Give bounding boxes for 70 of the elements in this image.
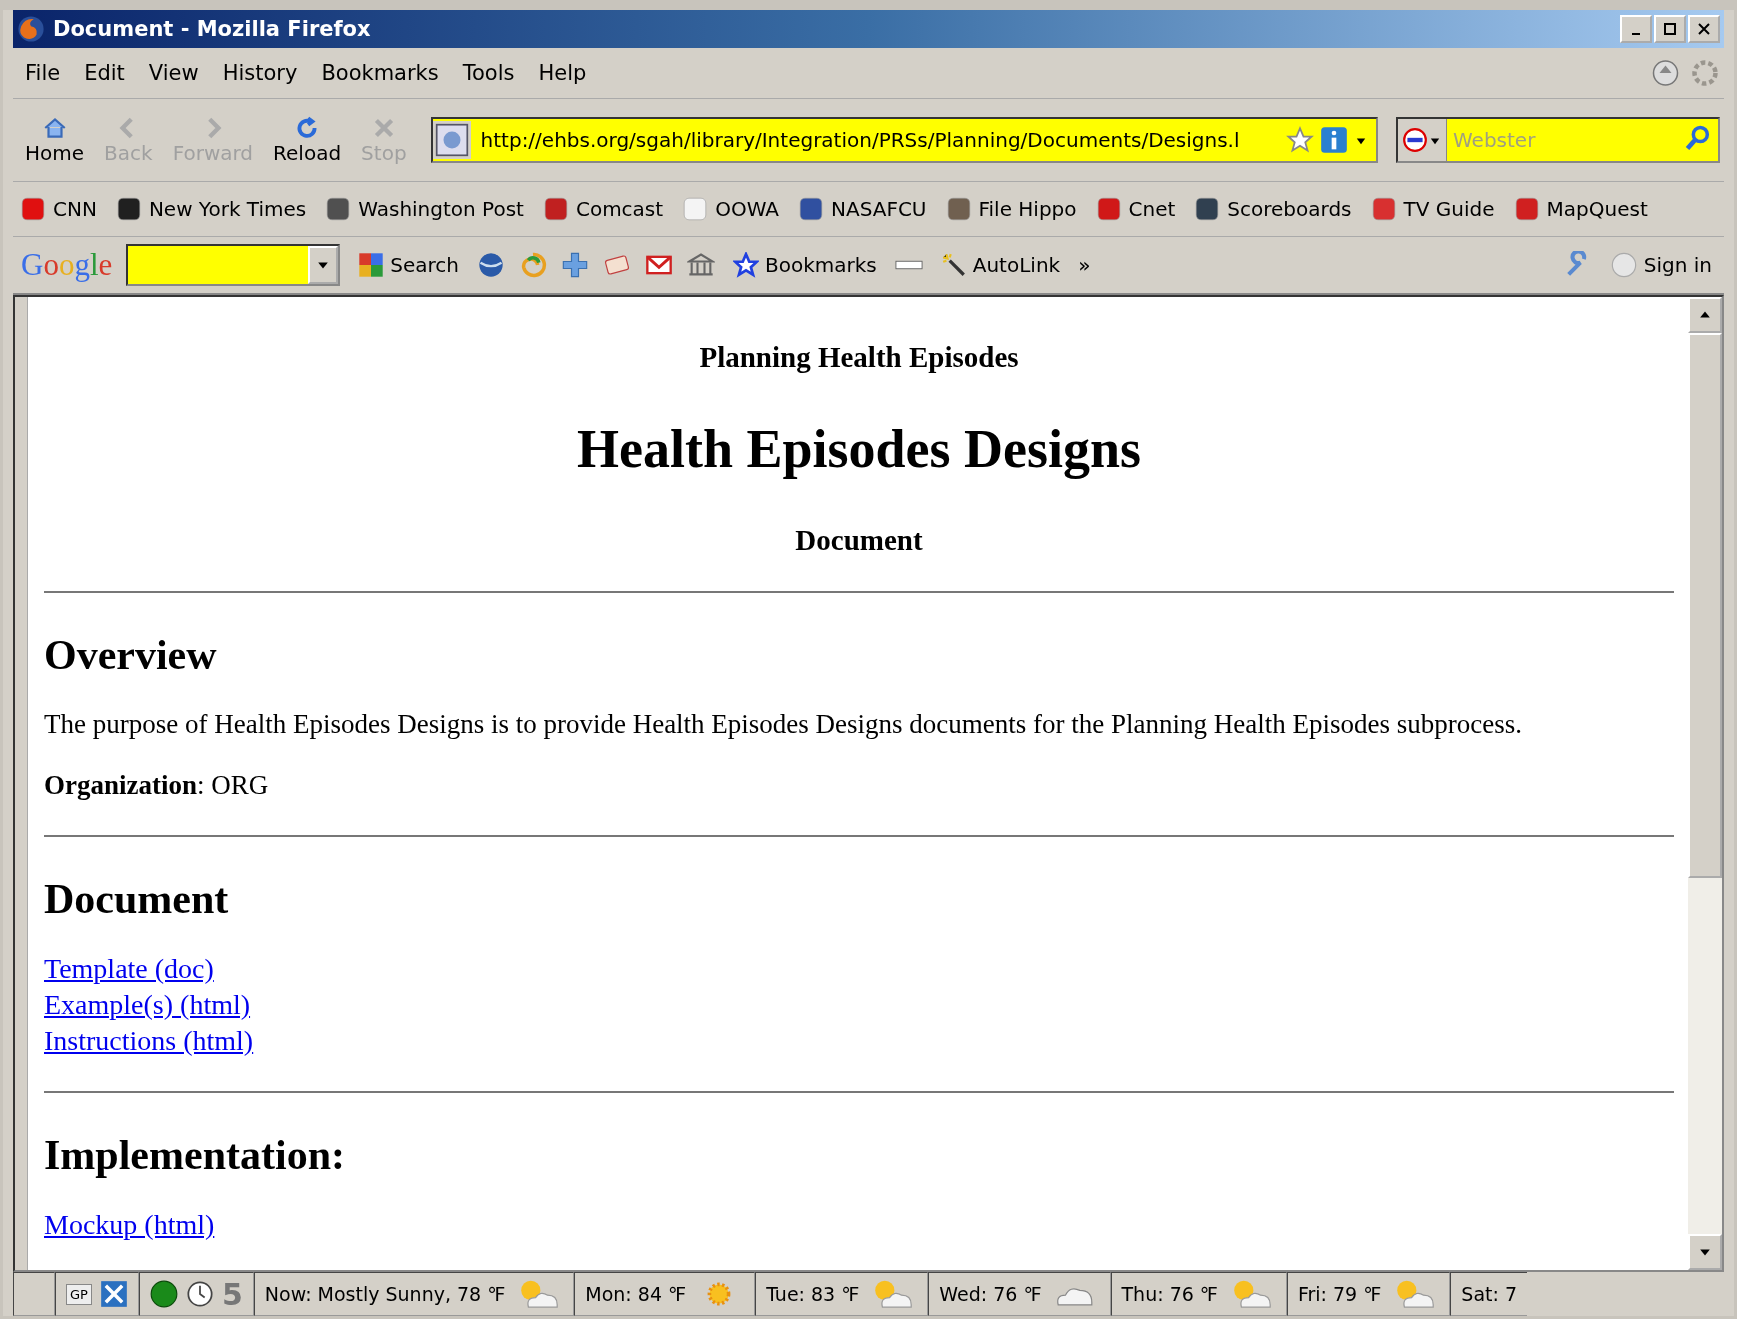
bookmark-item[interactable]: Comcast — [543, 197, 664, 221]
weather-forecast: Wed: 76 ℉ — [939, 1283, 1042, 1305]
google-logo: Google — [21, 247, 113, 283]
menu-item[interactable]: History — [214, 57, 306, 89]
google-search-field[interactable] — [126, 244, 341, 286]
bookmark-item[interactable]: TV Guide — [1371, 197, 1495, 221]
page-title: Health Episodes Designs — [575, 418, 1143, 480]
document-link[interactable]: Example(s) (html) — [44, 989, 251, 1021]
count-label: 5 — [221, 1276, 243, 1312]
paragraph: The purpose of Health Episodes Designs is to provide Health Episodes Designs documents for the Planning Health Episodes subprocess. — [44, 709, 1523, 740]
magic-wand-icon — [940, 252, 967, 278]
autolink-button[interactable]: AutoLink — [936, 250, 1065, 280]
squares-icon — [358, 252, 385, 278]
browser-logo-icon — [17, 15, 45, 43]
bookmark-star-icon[interactable] — [1286, 126, 1314, 154]
bookmark-item[interactable]: Scoreboards — [1195, 197, 1352, 221]
sign-in-button[interactable]: Sign in — [1605, 249, 1716, 281]
section-heading: Document — [44, 875, 230, 923]
page-subtitle: Planning Health Episodes — [698, 341, 1020, 374]
weather-forecast: Fri: 79 ℉ — [1297, 1283, 1382, 1305]
document-link[interactable]: Template (doc) — [44, 953, 214, 985]
window-title: Document - Mozilla Firefox — [53, 17, 372, 41]
maximize-button[interactable] — [1654, 15, 1686, 43]
throbber-icon — [1690, 58, 1720, 88]
reload-button[interactable]: Reload — [265, 113, 350, 167]
star-icon — [733, 252, 759, 278]
document-link[interactable]: Instructions (html) — [44, 1025, 254, 1057]
menu-item[interactable]: View — [140, 57, 207, 89]
weather-forecast: Tue: 83 ℉ — [766, 1283, 860, 1305]
avatar-icon — [1609, 251, 1638, 279]
bookmark-item[interactable]: File Hippo — [946, 197, 1077, 221]
weather-forecast: Now: Mostly Sunny, 78 ℉ — [264, 1283, 506, 1305]
menu-item[interactable]: Tools — [454, 57, 523, 89]
paragraph: Organization: ORG — [44, 770, 270, 801]
search-button[interactable]: Search — [354, 250, 463, 280]
info-icon[interactable] — [1320, 126, 1348, 154]
menu-item[interactable]: Bookmarks — [313, 57, 447, 89]
minimize-icon — [1632, 33, 1640, 35]
home-button[interactable]: Home — [17, 113, 93, 167]
menu-item[interactable]: Edit — [76, 57, 133, 89]
close-icon — [1697, 22, 1711, 36]
globe-icon[interactable] — [477, 251, 505, 279]
page-icon — [432, 121, 471, 159]
menu-item[interactable]: File — [17, 57, 69, 89]
bookmark-item[interactable]: OOWA — [683, 197, 779, 221]
more-button[interactable]: » — [1078, 253, 1091, 277]
menu-item[interactable]: Help — [530, 57, 595, 89]
document-label: Document — [794, 524, 924, 557]
status-circle-icon[interactable] — [149, 1280, 178, 1308]
bookmark-item[interactable]: Washington Post — [326, 197, 524, 221]
weather-forecast: Sat: 7 — [1461, 1283, 1517, 1305]
document-link[interactable]: Mockup (html) — [44, 1209, 215, 1241]
clock-icon[interactable] — [185, 1280, 214, 1308]
bookmark-item[interactable]: CNN — [21, 197, 97, 221]
bookmarks-button[interactable]: Bookmarks — [729, 250, 881, 280]
bookmark-item[interactable]: New York Times — [116, 197, 307, 221]
bookmark-item[interactable]: Cnet — [1096, 197, 1176, 221]
address-field[interactable]: http://ehbs.org/sgah/library/Integration/PRSs/Planning/Documents/Designs.l — [430, 117, 1378, 163]
bookmark-item[interactable]: NASAFCU — [799, 197, 927, 221]
bookmark-item[interactable]: MapQuest — [1514, 197, 1648, 221]
section-heading: Overview — [44, 631, 218, 679]
gp-label[interactable]: GP — [66, 1283, 92, 1305]
plus-icon[interactable] — [561, 251, 589, 279]
weather-forecast: Mon: 84 ℉ — [585, 1283, 687, 1305]
scrollbar[interactable] — [1688, 297, 1722, 1270]
section-heading: Implementation: — [44, 1131, 346, 1179]
close-button[interactable] — [1688, 15, 1720, 43]
maximize-icon — [1663, 22, 1677, 36]
weather-forecast: Thu: 76 ℉ — [1121, 1283, 1218, 1305]
x-icon[interactable] — [99, 1280, 128, 1308]
